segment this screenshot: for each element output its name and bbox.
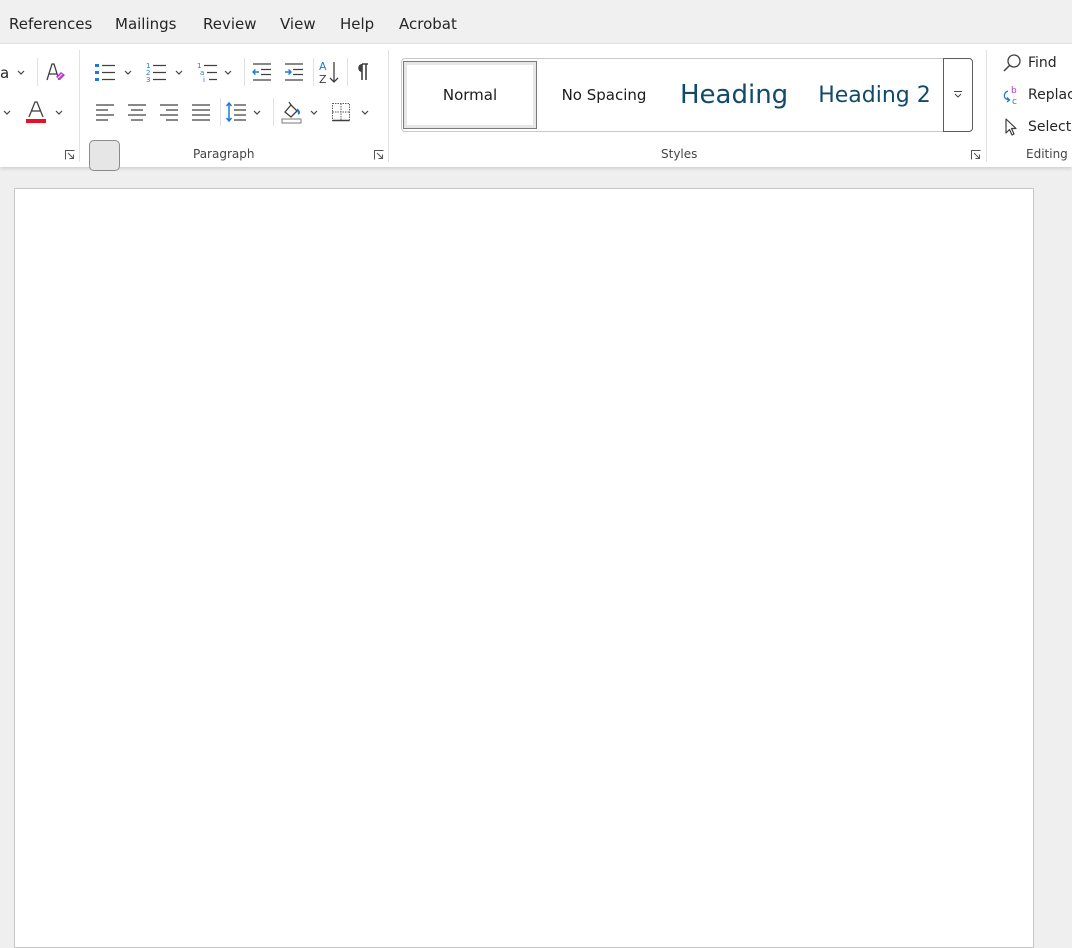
tab-acrobat[interactable]: Acrobat — [399, 15, 457, 33]
style-no-spacing[interactable]: No Spacing — [538, 59, 670, 131]
borders-icon[interactable] — [331, 102, 351, 122]
editing-group-label: Editing — [1026, 147, 1068, 161]
borders-dropdown-chevron-icon[interactable] — [360, 109, 370, 117]
style-heading-2-label: Heading 2 — [818, 82, 931, 108]
svg-text:A: A — [319, 60, 327, 73]
align-center-icon[interactable] — [126, 103, 148, 121]
styles-gallery: Normal No Spacing Heading Heading 2 — [401, 58, 973, 132]
shading-dropdown-chevron-icon[interactable] — [309, 109, 319, 117]
multilevel-list-icon[interactable]: 1 a i — [196, 61, 218, 83]
shading-icon[interactable] — [280, 100, 304, 124]
change-case-button[interactable]: a — [0, 64, 9, 82]
line-spacing-dropdown-chevron-icon[interactable] — [252, 109, 262, 117]
select-cursor-icon — [1005, 118, 1017, 136]
replace-icon: b c — [1003, 86, 1017, 105]
justify-icon[interactable] — [190, 103, 212, 121]
style-normal-label: Normal — [442, 86, 498, 104]
separator — [220, 98, 221, 126]
styles-more-button[interactable] — [943, 58, 973, 132]
styles-group-label: Styles — [661, 147, 698, 161]
svg-text:c: c — [1012, 97, 1017, 105]
svg-text:i: i — [203, 76, 205, 83]
svg-text:3: 3 — [146, 76, 150, 83]
numbering-dropdown-chevron-icon[interactable] — [174, 69, 184, 77]
tab-mailings[interactable]: Mailings — [115, 15, 176, 33]
highlight-dropdown-chevron-icon[interactable] — [2, 109, 12, 117]
decrease-indent-icon[interactable] — [251, 62, 273, 82]
bullets-icon[interactable] — [94, 62, 116, 82]
font-color-dropdown-chevron-icon[interactable] — [54, 109, 64, 117]
select-button[interactable]: Select — [1002, 115, 1071, 139]
font-dialog-launcher-icon[interactable] — [65, 150, 75, 160]
numbering-icon[interactable]: 1 2 3 — [145, 61, 167, 83]
style-heading-2[interactable]: Heading 2 — [807, 59, 942, 131]
change-case-dropdown-chevron-icon[interactable] — [16, 69, 26, 77]
separator — [273, 98, 274, 126]
tab-review[interactable]: Review — [203, 15, 257, 33]
separator — [347, 58, 348, 86]
clear-formatting-icon[interactable] — [44, 61, 66, 83]
align-left-active-bg — [89, 140, 120, 171]
svg-text:Z: Z — [319, 73, 327, 85]
separator — [313, 58, 314, 86]
ribbon-tab-bar: References Mailings Review View Help Acr… — [0, 0, 1072, 44]
sort-icon[interactable]: A Z — [317, 59, 341, 85]
document-page[interactable] — [14, 188, 1034, 948]
replace-label: Replac — [1028, 87, 1072, 103]
paragraph-group-label: Paragraph — [193, 147, 255, 161]
style-heading-1[interactable]: Heading — [672, 59, 802, 131]
tab-help[interactable]: Help — [340, 15, 374, 33]
styles-dialog-launcher-icon[interactable] — [971, 150, 981, 160]
increase-indent-icon[interactable] — [283, 62, 305, 82]
line-spacing-icon[interactable] — [225, 101, 247, 123]
style-no-spacing-label: No Spacing — [561, 86, 647, 104]
paragraph-dialog-launcher-icon[interactable] — [374, 150, 384, 160]
ribbon-home: a 1 2 3 1 a i A Z Paragraph Normal No Sp… — [0, 43, 1072, 171]
group-separator — [79, 50, 80, 162]
align-right-icon[interactable] — [158, 103, 180, 121]
tab-references[interactable]: References — [9, 15, 92, 33]
separator — [37, 58, 38, 86]
tab-view[interactable]: View — [280, 15, 316, 33]
svg-text:b: b — [1011, 86, 1017, 96]
separator — [244, 58, 245, 86]
style-normal[interactable]: Normal — [403, 61, 537, 129]
multilevel-dropdown-chevron-icon[interactable] — [223, 69, 233, 77]
align-left-icon[interactable] — [94, 103, 116, 121]
find-label: Find — [1028, 55, 1057, 71]
more-chevron-icon — [954, 91, 962, 98]
select-label: Select — [1028, 119, 1072, 135]
style-heading-1-label: Heading — [680, 80, 789, 110]
replace-button[interactable]: b c Replac — [1002, 83, 1072, 107]
font-color-icon[interactable] — [24, 100, 48, 124]
show-hide-paragraph-marks-icon[interactable] — [355, 63, 371, 81]
search-icon — [1003, 54, 1021, 72]
group-separator — [986, 50, 987, 162]
bullets-dropdown-chevron-icon[interactable] — [123, 69, 133, 77]
group-separator — [388, 50, 389, 162]
find-button[interactable]: Find — [1002, 51, 1057, 75]
